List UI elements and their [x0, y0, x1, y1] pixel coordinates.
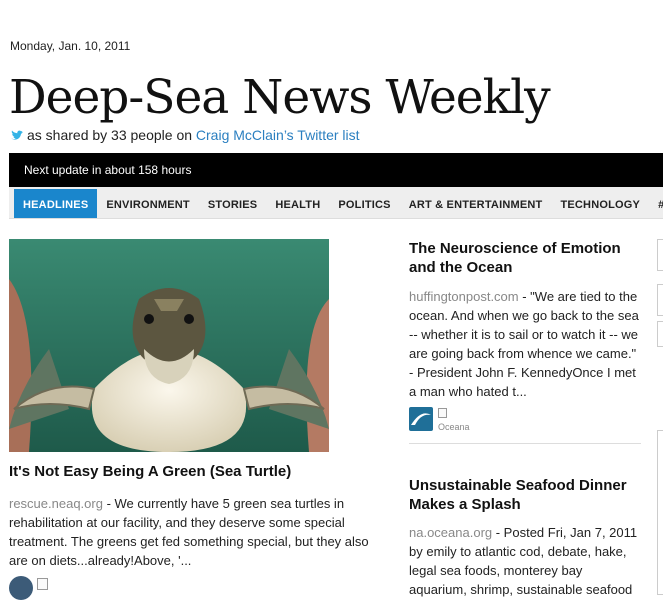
article-source[interactable]: huffingtonpost.com: [409, 289, 519, 304]
article-card: Unsustainable Seafood Dinner Makes a Spl…: [409, 476, 641, 599]
lead-story-summary: rescue.neaq.org - We currently have 5 gr…: [9, 494, 381, 570]
tab-environment[interactable]: ENVIRONMENT: [97, 189, 198, 218]
tab-art-entertainment[interactable]: ART & ENTERTAINMENT: [400, 189, 552, 218]
side-widget: [657, 284, 663, 316]
article-text: - "We are tied to the ocean. And when we…: [409, 289, 639, 399]
tab-headlines[interactable]: HEADLINES: [14, 189, 98, 218]
article-card: The Neuroscience of Emotion and the Ocea…: [409, 239, 641, 444]
lead-attribution: [9, 576, 69, 600]
side-widget: [657, 239, 663, 271]
article-summary: na.oceana.org - Posted Fri, Jan 7, 2011 …: [409, 523, 641, 599]
issue-date: Monday, Jan. 10, 2011: [10, 39, 131, 53]
page-title[interactable]: Deep-Sea News Weekly: [9, 70, 551, 125]
attribution-label: Oceana: [438, 422, 470, 432]
section-nav: HEADLINES ENVIRONMENT STORIES HEALTH POLITIC…: [9, 187, 663, 219]
tab-politics[interactable]: POLITICS: [329, 189, 399, 218]
tab-oc[interactable]: #OC: [649, 189, 663, 218]
twitter-bird-icon: [11, 130, 23, 140]
lead-story-title[interactable]: It's Not Easy Being A Green (Sea Turtle): [9, 463, 291, 480]
sea-turtle-image: [9, 239, 329, 452]
document-icon: [438, 408, 447, 418]
side-widget: [657, 430, 663, 595]
article-summary: huffingtonpost.com - "We are tied to the…: [409, 287, 641, 401]
lead-story-photo[interactable]: [9, 239, 329, 452]
article-source[interactable]: na.oceana.org: [409, 525, 492, 540]
article-title[interactable]: The Neuroscience of Emotion and the Ocea…: [409, 239, 641, 277]
tab-stories[interactable]: STORIES: [199, 189, 267, 218]
lead-story-source[interactable]: rescue.neaq.org: [9, 496, 103, 511]
shared-prefix: as shared by 33 people on: [27, 127, 196, 143]
twitter-list-link[interactable]: Craig McClain’s Twitter list: [196, 127, 360, 143]
shared-by-line: as shared by 33 people on Craig McClain’…: [10, 127, 360, 143]
article-attribution: Oceana: [409, 407, 641, 444]
next-update-text: Next update in about 158 hours: [24, 163, 192, 177]
article-title[interactable]: Unsustainable Seafood Dinner Makes a Spl…: [409, 476, 641, 514]
oceana-logo-icon[interactable]: [409, 407, 433, 431]
update-bar: Next update in about 158 hours: [9, 153, 663, 187]
document-icon: [37, 578, 48, 590]
tab-technology[interactable]: TECHNOLOGY: [551, 189, 649, 218]
tab-health[interactable]: HEALTH: [266, 189, 329, 218]
avatar[interactable]: [9, 576, 33, 600]
side-widget: [657, 321, 663, 347]
